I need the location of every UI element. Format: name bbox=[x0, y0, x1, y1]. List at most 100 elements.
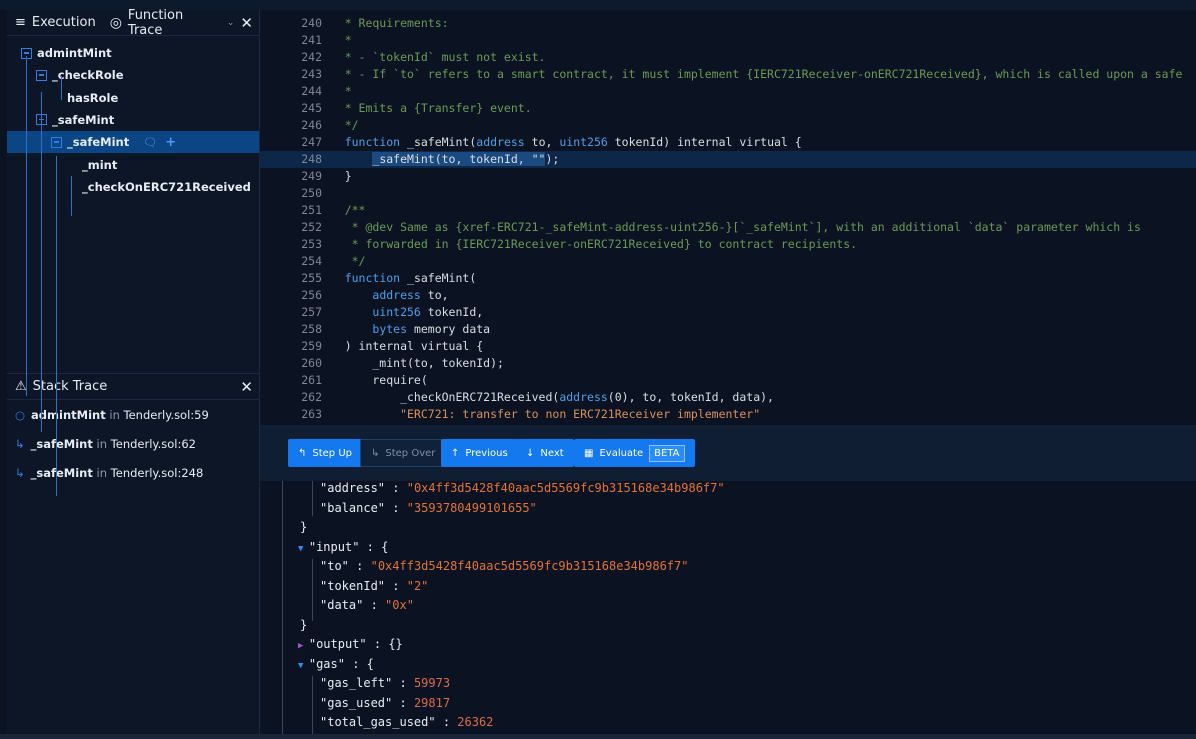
arrow-up-icon: ↑ bbox=[451, 447, 460, 459]
stack-frame[interactable]: ○ admintMint in Tenderly.sol:59 bbox=[7, 400, 259, 429]
stack-frame[interactable]: ↳ _safeMint in Tenderly.sol:248 bbox=[7, 458, 259, 487]
line-number: 262 bbox=[301, 390, 322, 404]
next-button[interactable]: ↓ Next bbox=[516, 439, 574, 467]
code-line: 263 "ERC721: transfer to non ERC721Recei… bbox=[260, 406, 1196, 423]
code-token: _checkOnERC721Received( bbox=[317, 390, 560, 404]
close-icon[interactable]: ✕ bbox=[240, 14, 253, 32]
step-over-button[interactable]: ↳ Step Over bbox=[360, 439, 447, 467]
code-text: * Emits a {Transfer} event. bbox=[317, 101, 532, 115]
code-line: 260 _mint(to, tokenId); bbox=[260, 355, 1196, 372]
code-text: uint256 tokenId, bbox=[317, 305, 483, 319]
code-text: * - `tokenId` must not exist. bbox=[317, 50, 546, 64]
return-arrow-icon: ↳ bbox=[15, 465, 25, 480]
caret-right-icon[interactable]: ▶ bbox=[298, 641, 309, 651]
code-line: 262 _checkOnERC721Received(address(0), t… bbox=[260, 389, 1196, 406]
circle-icon: ○ bbox=[15, 407, 26, 422]
code-token: uint256 bbox=[559, 135, 608, 149]
code-token: address bbox=[476, 135, 525, 149]
json-key: "gas_used" bbox=[320, 695, 393, 710]
code-text: * bbox=[317, 33, 352, 47]
json-value: "0x" bbox=[385, 598, 414, 612]
beta-badge: BETA bbox=[649, 444, 685, 462]
code-text: /** bbox=[317, 203, 366, 217]
json-row[interactable]: ▶ "output" : {} bbox=[298, 637, 403, 651]
function-trace-tree: admintMint _checkRole hasRole _safeMint _saf… bbox=[7, 36, 259, 496]
code-token: */ bbox=[317, 118, 359, 132]
caret-down-icon[interactable]: ▼ bbox=[298, 544, 309, 554]
code-line: 240 * Requirements: bbox=[260, 15, 1196, 32]
json-brace: } bbox=[300, 617, 308, 632]
tree-guide-line bbox=[61, 76, 62, 100]
line-number: 254 bbox=[301, 254, 322, 268]
code-text: _safeMint(to, tokenId, ""); bbox=[317, 152, 559, 166]
code-token: to, bbox=[420, 288, 449, 302]
chevron-down-icon[interactable]: ⌄ bbox=[227, 18, 235, 28]
code-text: * Requirements: bbox=[317, 16, 449, 30]
code-line: 261 require( bbox=[260, 372, 1196, 389]
code-token: uint256 bbox=[372, 305, 421, 319]
step-up-label: Step Up bbox=[312, 447, 353, 459]
target-icon: ◎ bbox=[109, 14, 122, 31]
code-token: tokenId) internal virtual { bbox=[607, 135, 802, 149]
json-row: "balance" : "3593780499101655" bbox=[320, 500, 537, 515]
line-number: 259 bbox=[301, 339, 322, 353]
line-number: 250 bbox=[301, 186, 322, 200]
json-row[interactable]: ▼ "input" : { bbox=[298, 540, 388, 554]
code-text: } bbox=[317, 169, 352, 183]
json-guide-line bbox=[312, 481, 313, 516]
tree-node[interactable]: _safeMint bbox=[36, 109, 114, 131]
tree-node-label: hasRole bbox=[67, 90, 119, 105]
code-text: */ bbox=[317, 118, 359, 132]
collapse-icon[interactable] bbox=[36, 69, 47, 81]
tree-node[interactable]: _checkRole bbox=[36, 64, 124, 86]
stack-trace-header: ⚠ Stack Trace ✕ bbox=[7, 374, 259, 400]
json-row: "address" : "0x4ff3d5428f40aac5d5569fc9b… bbox=[320, 481, 725, 495]
collapse-icon[interactable] bbox=[51, 136, 62, 148]
plus-icon[interactable]: + bbox=[165, 135, 176, 150]
step-up-button[interactable]: ↰ Step Up bbox=[288, 439, 363, 467]
tree-node[interactable]: _checkOnERC721Received bbox=[82, 176, 251, 198]
code-line: 259 ) internal virtual { bbox=[260, 338, 1196, 355]
code-token: bytes bbox=[372, 322, 408, 336]
mode-dropdown[interactable]: Function Trace bbox=[128, 8, 221, 38]
tree-node-label: _safeMint bbox=[52, 112, 115, 127]
json-key: "balance" bbox=[320, 500, 386, 515]
code-token: "ERC721: transfer to non ERC721Receiver … bbox=[400, 407, 761, 421]
line-number: 257 bbox=[301, 305, 322, 319]
code-line: 256 address to, bbox=[260, 287, 1196, 304]
evaluate-button[interactable]: ▦ Evaluate BETA bbox=[574, 439, 695, 467]
tree-node[interactable]: admintMint bbox=[21, 42, 112, 64]
json-key: "gas_left" bbox=[320, 676, 393, 690]
code-line: 250 bbox=[260, 185, 1196, 202]
json-key: "data" bbox=[320, 598, 364, 612]
tree-node[interactable]: _mint bbox=[82, 154, 117, 176]
json-key: "input" bbox=[308, 539, 360, 554]
json-key: "tokenId" bbox=[320, 578, 386, 593]
json-row: "gas_used" : 29817 bbox=[320, 695, 451, 710]
code-line: 254 */ bbox=[260, 253, 1196, 270]
tree-node-label: _mint bbox=[82, 157, 118, 172]
tab-execution[interactable]: Execution bbox=[32, 15, 96, 30]
line-number: 256 bbox=[301, 288, 322, 302]
json-row: "data" : "0x" bbox=[320, 598, 414, 612]
horizontal-scrollbar[interactable] bbox=[0, 734, 1196, 739]
tree-node-label: _checkRole bbox=[52, 68, 124, 83]
previous-button[interactable]: ↑ Previous bbox=[441, 439, 518, 467]
code-text: * forwarded in {IERC721Receiver-onERC721… bbox=[317, 237, 857, 251]
json-row[interactable]: ▼ "gas" : { bbox=[298, 657, 374, 671]
tree-node[interactable]: _safeMint 🗨 + bbox=[7, 131, 259, 154]
json-viewer: "address" : "0x4ff3d5428f40aac5d5569fc9b… bbox=[260, 481, 1196, 739]
stack-frame[interactable]: ↳ _safeMint in Tenderly.sol:62 bbox=[7, 429, 259, 458]
json-row: } bbox=[300, 520, 307, 534]
close-icon[interactable]: ✕ bbox=[240, 378, 253, 396]
execution-header: ≡ Execution ◎ Function Trace ⌄ ✕ bbox=[7, 8, 259, 38]
tree-node[interactable]: hasRole bbox=[67, 87, 118, 109]
step-up-icon: ↰ bbox=[298, 447, 307, 459]
code-line: 255 function _safeMint( bbox=[260, 270, 1196, 287]
comment-icon[interactable]: 🗨 bbox=[143, 136, 157, 149]
caret-down-icon[interactable]: ▼ bbox=[298, 661, 309, 671]
warning-icon: ⚠ bbox=[15, 379, 27, 394]
